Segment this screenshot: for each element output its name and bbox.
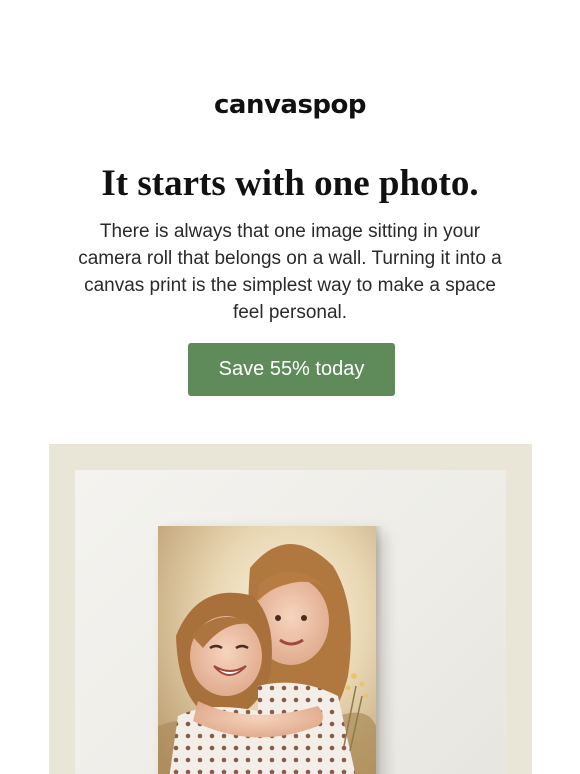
headline: It starts with one photo. (101, 163, 479, 204)
save-55-button[interactable]: Save 55% today (188, 343, 395, 396)
hero-image[interactable] (49, 444, 532, 774)
two-girls-hugging-illustration (158, 526, 376, 774)
canvas-side-edge (376, 526, 382, 774)
brand-logo[interactable]: canvaspop (0, 90, 580, 120)
body-copy: There is always that one image sitting i… (78, 221, 502, 323)
canvas-print-photo (158, 526, 376, 774)
